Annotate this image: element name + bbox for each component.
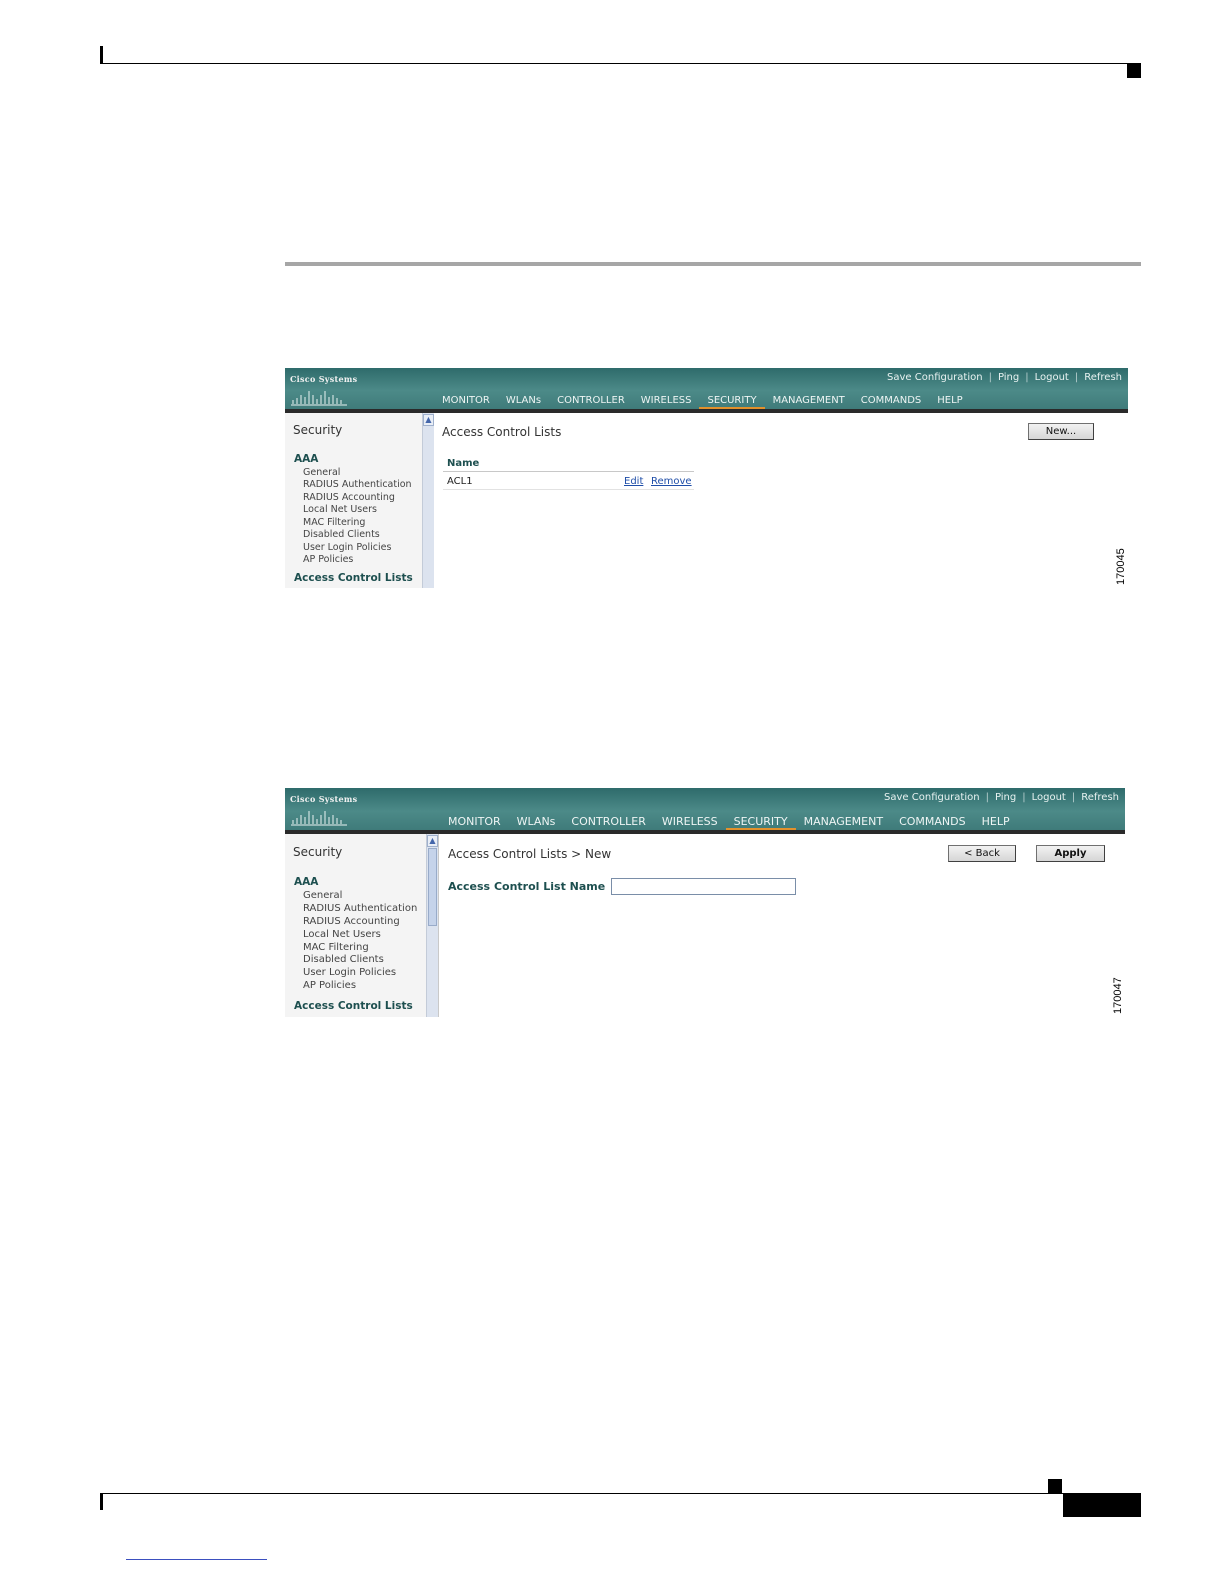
ping-link[interactable]: Ping [995, 792, 1016, 803]
nav-help[interactable]: HELP [974, 812, 1018, 831]
footer-link-underline[interactable] [126, 1559, 267, 1560]
security-sidebar: Security AAA General RADIUS Authenticati… [285, 834, 439, 1017]
sidebar-scrollbar[interactable]: ▲ [422, 413, 434, 588]
figure-number: 170045 [1115, 548, 1127, 585]
nav-wlans[interactable]: WLANs [509, 812, 564, 831]
table-header-rule [443, 471, 694, 472]
table-header-name: Name [447, 458, 480, 469]
separator: | [1025, 372, 1029, 383]
sidebar-item-access-control-lists[interactable]: Access Control Lists [294, 1000, 413, 1012]
sidebar-item-radius-authentication[interactable]: RADIUS Authentication [303, 903, 417, 914]
sidebar-title: Security [293, 845, 343, 859]
save-configuration-link[interactable]: Save Configuration [884, 792, 980, 803]
acl-name-cell: ACL1 [447, 476, 473, 487]
separator: | [985, 792, 989, 803]
nav-monitor[interactable]: MONITOR [434, 391, 498, 410]
nav-monitor[interactable]: MONITOR [440, 812, 509, 831]
sidebar-section-aaa[interactable]: AAA [294, 876, 318, 888]
sidebar-item-radius-authentication[interactable]: RADIUS Authentication [303, 479, 412, 490]
sidebar-item-ap-policies[interactable]: AP Policies [303, 980, 356, 991]
nav-security[interactable]: SECURITY [699, 391, 765, 411]
nav-help[interactable]: HELP [929, 391, 970, 410]
new-button[interactable]: New... [1028, 423, 1094, 440]
security-sidebar: Security AAA General RADIUS Authenticati… [285, 413, 434, 588]
nav-management[interactable]: MANAGEMENT [796, 812, 891, 831]
refresh-link[interactable]: Refresh [1081, 792, 1119, 803]
sidebar-item-disabled-clients[interactable]: Disabled Clients [303, 529, 380, 540]
nav-security[interactable]: SECURITY [725, 812, 796, 832]
cisco-bridge-icon [291, 811, 347, 826]
logo-text: Cisco Systems [290, 794, 358, 804]
apply-button[interactable]: Apply [1036, 845, 1105, 862]
nav-wlans[interactable]: WLANs [498, 391, 549, 410]
nav-management[interactable]: MANAGEMENT [765, 391, 853, 410]
header-corner-mark [1127, 64, 1141, 78]
refresh-link[interactable]: Refresh [1084, 372, 1122, 383]
page-title: Access Control Lists > New [448, 847, 612, 861]
app-banner: Cisco Systems Save Configuration | Ping | Lo… [285, 788, 1125, 832]
figure-number: 170047 [1112, 977, 1124, 1014]
nav-controller[interactable]: CONTROLLER [563, 812, 653, 831]
cisco-bridge-icon [291, 391, 347, 406]
nav-wireless[interactable]: WIRELESS [633, 391, 700, 410]
cisco-logo: Cisco Systems [290, 794, 357, 826]
sidebar-section-aaa[interactable]: AAA [294, 453, 318, 465]
edit-link[interactable]: Edit [624, 476, 643, 487]
sidebar-item-local-net-users[interactable]: Local Net Users [303, 929, 381, 940]
table-row-rule [443, 489, 694, 490]
logout-link[interactable]: Logout [1035, 372, 1069, 383]
cisco-logo: Cisco Systems [290, 374, 357, 406]
scroll-thumb[interactable] [428, 848, 437, 926]
footer-margin-tick [100, 1493, 103, 1510]
header-rule [100, 63, 1141, 64]
page-title: Access Control Lists [442, 425, 562, 439]
remove-link[interactable]: Remove [651, 476, 692, 487]
logout-link[interactable]: Logout [1032, 792, 1066, 803]
app-banner: Cisco Systems Save Configuration | Ping | Lo… [285, 368, 1128, 411]
sidebar-item-access-control-lists[interactable]: Access Control Lists [294, 572, 413, 584]
nav-controller[interactable]: CONTROLLER [549, 391, 633, 410]
scroll-up-arrow-icon[interactable]: ▲ [423, 414, 434, 426]
save-configuration-link[interactable]: Save Configuration [887, 372, 983, 383]
back-button[interactable]: < Back [948, 845, 1016, 862]
footer-rule [100, 1493, 1141, 1494]
nav-wireless[interactable]: WIRELESS [654, 812, 726, 831]
utility-links: Save Configuration | Ping | Logout | Refresh [887, 372, 1122, 383]
main-nav: MONITOR WLANs CONTROLLER WIRELESS SECURI… [434, 391, 971, 411]
separator: | [1074, 372, 1079, 383]
separator: | [1071, 792, 1076, 803]
sidebar-item-user-login-policies[interactable]: User Login Policies [303, 967, 396, 978]
sidebar-item-general[interactable]: General [303, 467, 340, 478]
ping-link[interactable]: Ping [998, 372, 1019, 383]
nav-commands[interactable]: COMMANDS [891, 812, 974, 831]
separator: | [988, 372, 992, 383]
logo-text: Cisco Systems [290, 374, 358, 384]
sidebar-item-ap-policies[interactable]: AP Policies [303, 554, 353, 565]
main-nav: MONITOR WLANs CONTROLLER WIRELESS SECURI… [440, 812, 1018, 832]
acl-name-input[interactable] [611, 878, 796, 895]
sidebar-item-radius-accounting[interactable]: RADIUS Accounting [303, 916, 400, 927]
sidebar-item-radius-accounting[interactable]: RADIUS Accounting [303, 492, 395, 503]
sidebar-item-user-login-policies[interactable]: User Login Policies [303, 542, 391, 553]
sidebar-item-mac-filtering[interactable]: MAC Filtering [303, 517, 365, 528]
section-rule [285, 262, 1141, 266]
nav-commands[interactable]: COMMANDS [853, 391, 929, 410]
page-number-tab [1063, 1494, 1141, 1517]
sidebar-item-mac-filtering[interactable]: MAC Filtering [303, 942, 369, 953]
figure-acl-new-screenshot: Cisco Systems Save Configuration | Ping | Lo… [285, 788, 1125, 1017]
acl-name-label: Access Control List Name [448, 880, 606, 893]
footer-corner-mark [1048, 1479, 1062, 1493]
sidebar-item-local-net-users[interactable]: Local Net Users [303, 504, 377, 515]
sidebar-title: Security [293, 423, 343, 437]
figure-acl-list-screenshot: Cisco Systems Save Configuration | Ping | Lo… [285, 368, 1128, 588]
sidebar-item-disabled-clients[interactable]: Disabled Clients [303, 954, 384, 965]
utility-links: Save Configuration | Ping | Logout | Refresh [884, 792, 1119, 803]
scroll-up-arrow-icon[interactable]: ▲ [427, 835, 438, 847]
sidebar-item-general[interactable]: General [303, 890, 342, 901]
separator: | [1022, 792, 1026, 803]
sidebar-scrollbar[interactable]: ▲ [426, 834, 438, 1017]
header-margin-tick [100, 46, 103, 64]
